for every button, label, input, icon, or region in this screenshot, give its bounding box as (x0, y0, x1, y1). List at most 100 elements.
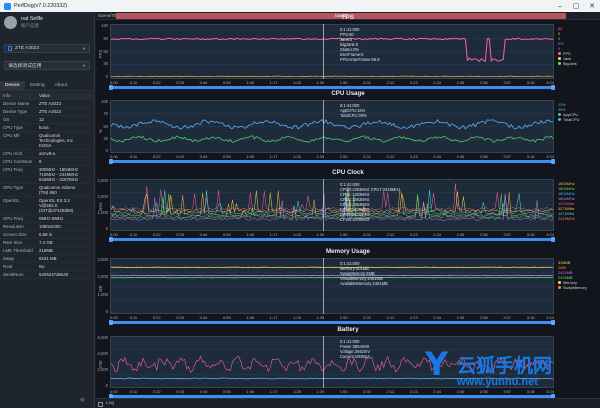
clock-x-tick: 1:50 (339, 232, 348, 237)
user-profile[interactable]: nat Sellfe 账户信息 (4, 16, 43, 29)
fps-chart[interactable] (110, 24, 554, 79)
memory-y-tick: 2,000 (97, 274, 108, 280)
maximize-icon[interactable]: ▢ (568, 0, 584, 12)
phone-icon (8, 46, 12, 51)
battery-chart[interactable] (110, 336, 554, 388)
info-key: Device Type (3, 109, 28, 114)
memory-x-tick: 0:33 (176, 315, 184, 320)
info-header-key: Info (3, 93, 11, 98)
clock-x-tick: 1:39 (316, 232, 325, 237)
clock-range-slider[interactable] (109, 237, 555, 241)
memory-x-tick: 0:44 (199, 315, 208, 320)
window-title: PerfDog(v7.0.220332) (14, 3, 68, 9)
memory-x-tick: 2:23 (409, 315, 418, 320)
log-toggle-icon[interactable] (98, 401, 103, 407)
minimize-icon[interactable]: – (552, 0, 568, 12)
fps-legend-dot (558, 62, 561, 66)
info-row: Device Type ZTE A2023 (0, 108, 95, 116)
clock-y-tick: 2,000 (97, 194, 108, 199)
fps-x-tick: 2:12 (386, 80, 395, 85)
clock-plot (111, 183, 553, 221)
fps-y-tick: 0 (105, 74, 108, 79)
memory-chart[interactable] (110, 258, 554, 314)
app-select[interactable]: 请选择测试应用 ▼ (4, 61, 90, 70)
fps-plot (111, 37, 553, 77)
fps-x-tick: 0:33 (176, 80, 184, 85)
info-key: CPU Arch (3, 151, 23, 156)
cpu-range-slider[interactable] (109, 159, 555, 163)
fps-cursor-line[interactable] (323, 24, 324, 79)
battery-x-tick: 0:33 (176, 389, 184, 394)
clock-cursor-line[interactable] (323, 179, 324, 231)
info-row: GPU Type Qualcomm Adreno (TM) 650 (0, 184, 95, 197)
fps-x-tick: 0:55 (222, 80, 231, 85)
battery-cursor-line[interactable] (323, 336, 324, 388)
fps-x-tick: 1:39 (316, 80, 325, 85)
info-key: Root (3, 264, 13, 269)
cpu-chart[interactable] (110, 100, 554, 153)
memory-x-axis: 0:00 0:11 0:22 0:33 0:44 0:55 1:06 1:17 1:28 1:39… (110, 315, 554, 320)
fps-x-tick: 1:50 (339, 80, 348, 85)
info-value: ZTE A2023 (39, 109, 61, 114)
memory-y-tick: 0 (105, 309, 108, 314)
clock-x-tick: 2:45 (456, 232, 465, 237)
close-icon[interactable]: ✕ (584, 0, 600, 12)
memory-legend-item[interactable]: SwapMemory (558, 285, 587, 290)
battery-x-tick: 2:23 (409, 389, 418, 394)
fps-legend-item[interactable]: BigJank (558, 61, 577, 66)
tab-setting[interactable]: Setting (25, 81, 50, 91)
fps-tooltip-line: FPS>InterFrame:59.8 (340, 57, 380, 62)
cpu-legend-name: TotalCPU (563, 117, 580, 122)
fps-x-tick: 3:18 (526, 80, 535, 85)
clock-tooltip-line: CPU6:1670MHz (340, 217, 370, 222)
battery-x-tick: 0:55 (222, 389, 231, 394)
tab-device[interactable]: Device (0, 81, 25, 91)
memory-cursor-line[interactable] (323, 258, 324, 314)
cpu-legend-item[interactable]: TotalCPU (558, 117, 579, 122)
cpu-core-series-line (111, 193, 553, 219)
clock-chart[interactable] (110, 179, 554, 231)
fps-tooltip: 0:1:41:000 FPS:60 Jank:0 BigJank:0 Stutter:0… (340, 27, 379, 62)
info-key: CPU Freq (3, 167, 23, 172)
info-row: CPU Arch armv8-a (0, 150, 95, 158)
sidebar-tabs: Device Setting About (0, 81, 95, 91)
tab-about[interactable]: About (50, 81, 73, 91)
info-value: OpenGL ES 3.2 V@502.0 (GIT@d7428d69) (39, 198, 74, 213)
collapse-sidebar-icon[interactable]: « (80, 394, 85, 404)
memory-x-tick: 3:18 (526, 315, 535, 320)
fps-range-slider[interactable] (109, 85, 555, 89)
battery-y-tick: 0 (105, 383, 108, 388)
fps-x-tick: 2:45 (456, 80, 465, 85)
log-label[interactable]: Log (106, 401, 114, 406)
fps-x-axis: 0:00 0:11 0:22 0:33 0:44 0:55 1:06 1:17 1:28 1:39… (110, 80, 554, 85)
info-row: CPU Freq 300MHz - 1804MHz 710MHz - 2419MH… (0, 166, 95, 184)
clock-x-tick: 0:44 (199, 232, 208, 237)
battery-x-tick: 2:45 (456, 389, 465, 394)
clock-x-axis: 0:00 0:11 0:22 0:33 0:44 0:55 1:06 1:17 1:28 1:39… (110, 232, 554, 237)
clock-x-tick: 2:12 (386, 232, 395, 237)
fps-x-tick: 1:17 (269, 80, 278, 85)
clock-title: CPU Clock (332, 169, 364, 176)
clock-x-tick: 1:06 (246, 232, 255, 237)
info-row: OpenGL OpenGL ES 3.2 V@502.0 (GIT@d7428d6… (0, 197, 95, 215)
memory-x-tick: 3:07 (503, 315, 512, 320)
cpu-cursor-line[interactable] (323, 100, 324, 153)
battery-tooltip-line: Current:1000mA (340, 354, 371, 359)
window-titlebar: PerfDog(v7.0.220332) – ▢ ✕ (0, 0, 600, 12)
memory-range-slider[interactable] (109, 320, 555, 324)
cpu-tooltip: 0:1:41:000 AppCPU:16% TotalCPU:38% (340, 103, 367, 118)
info-row: Device Name ZTE A2023 (0, 100, 95, 108)
cpu-x-tick: 3:18 (526, 154, 535, 159)
info-row: Screen Size 6.68 in (0, 231, 95, 239)
battery-x-tick: 1:28 (293, 389, 301, 394)
info-key: Resolution (3, 224, 24, 229)
cpu-core-series-line (111, 187, 553, 213)
cpu-x-tick: 1:50 (339, 154, 348, 159)
memory-y-tick: 1,000 (97, 291, 108, 297)
cpu-x-tick: 3:07 (503, 154, 512, 159)
cpu-x-tick: 2:56 (479, 154, 488, 159)
fps-y-tick: 120 (101, 23, 108, 28)
fps-y-unit: FPS (98, 49, 103, 58)
fps-x-tick: 2:34 (433, 80, 442, 85)
device-select[interactable]: ZTE A2023 ▼ (4, 44, 90, 53)
